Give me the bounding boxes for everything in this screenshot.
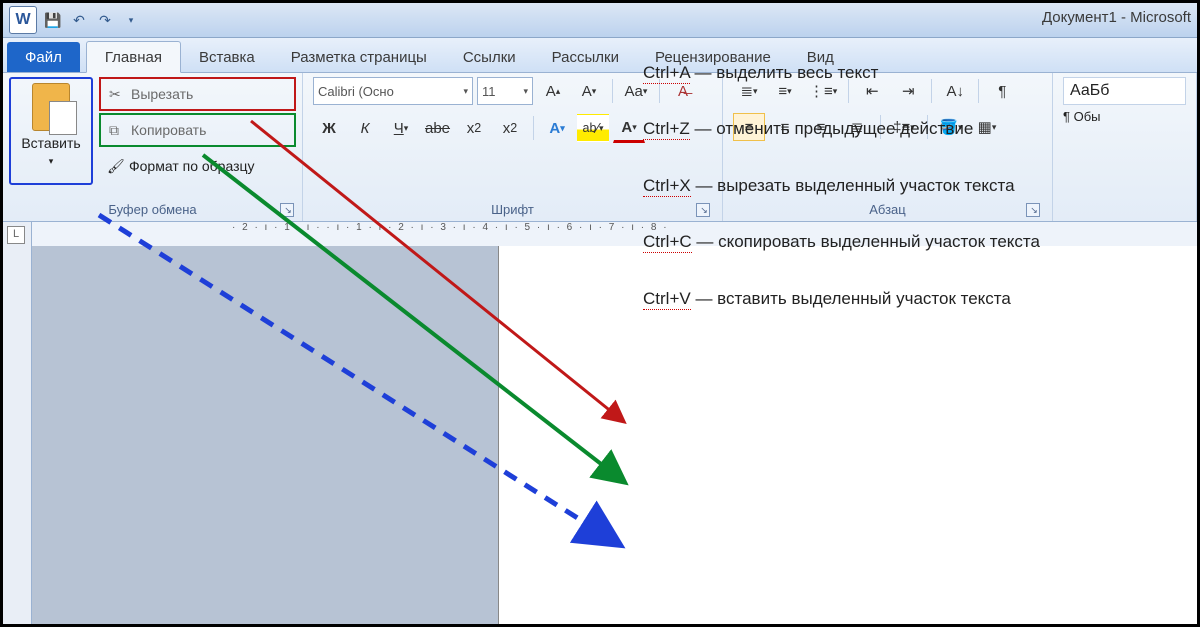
shortcut-line: Ctrl+C — скопировать выделенный участок …: [643, 232, 1040, 252]
paste-label: Вставить: [21, 135, 80, 151]
quick-access-toolbar: 💾 ↶ ↷ ▾: [43, 10, 141, 30]
tab-layout[interactable]: Разметка страницы: [273, 42, 445, 72]
cut-label: Вырезать: [131, 86, 193, 102]
group-label-styles: [1063, 199, 1186, 221]
shortcut-line: Ctrl+X — вырезать выделенный участок тек…: [643, 176, 1040, 196]
cut-button[interactable]: ✂ Вырезать: [99, 77, 296, 111]
shrink-font-button[interactable]: A▾: [573, 77, 605, 105]
group-clipboard: Вставить ▾ ✂ Вырезать ⧉ Копировать 🖌 Форм…: [3, 73, 303, 221]
paste-button[interactable]: Вставить ▾: [9, 77, 93, 185]
tab-references[interactable]: Ссылки: [445, 42, 534, 72]
highlight-button[interactable]: ab⁄▾: [577, 114, 609, 142]
redo-icon[interactable]: ↷: [95, 10, 115, 30]
underline-button[interactable]: Ч▾: [385, 114, 417, 142]
format-painter-button[interactable]: 🖌 Формат по образцу: [99, 151, 296, 181]
grow-font-button[interactable]: A▴: [537, 77, 569, 105]
chevron-down-icon[interactable]: ▾: [49, 156, 54, 166]
tab-selector-icon[interactable]: L: [7, 226, 25, 244]
shortcut-line: Ctrl+V — вставить выделенный участок тек…: [643, 289, 1040, 309]
strike-button[interactable]: abe: [421, 114, 454, 142]
brush-icon: 🖌: [107, 158, 123, 174]
format-label: Формат по образцу: [129, 158, 255, 174]
title-bar: W 💾 ↶ ↷ ▾ Документ1 - Microsoft: [3, 3, 1197, 38]
group-label-clipboard: Буфер обмена: [9, 199, 296, 221]
group-styles: АаБб ¶ Обы: [1053, 73, 1197, 221]
copy-icon: ⧉: [109, 122, 125, 138]
document-content: Ctrl+A — выделить весь текст Ctrl+Z — от…: [643, 63, 1040, 345]
tab-file[interactable]: Файл: [7, 42, 80, 72]
word-logo-icon: W: [9, 6, 37, 34]
paste-icon: [29, 83, 73, 133]
style-normal[interactable]: АаБб: [1063, 77, 1186, 105]
shortcut-line: Ctrl+A — выделить весь текст: [643, 63, 1040, 83]
qat-dropdown-icon[interactable]: ▾: [121, 10, 141, 30]
text-effects-button[interactable]: A▾: [541, 114, 573, 142]
subscript-button[interactable]: x2: [458, 114, 490, 142]
chevron-down-icon: ▾: [463, 86, 468, 97]
chevron-down-icon: ▾: [523, 86, 528, 97]
copy-label: Копировать: [131, 122, 206, 138]
italic-button[interactable]: К: [349, 114, 381, 142]
font-name-combo[interactable]: Calibri (Осно▾: [313, 77, 473, 105]
superscript-button[interactable]: x2: [494, 114, 526, 142]
copy-button[interactable]: ⧉ Копировать: [99, 113, 296, 147]
tab-home[interactable]: Главная: [86, 41, 181, 73]
font-size-combo[interactable]: 11▾: [477, 77, 533, 105]
window-title: Документ1 - Microsoft: [1042, 9, 1191, 26]
bold-button[interactable]: Ж: [313, 114, 345, 142]
tab-mailings[interactable]: Рассылки: [534, 42, 637, 72]
vertical-ruler: L: [3, 222, 32, 627]
dialog-launcher-icon[interactable]: [280, 203, 294, 217]
undo-icon[interactable]: ↶: [69, 10, 89, 30]
save-icon[interactable]: 💾: [43, 10, 63, 30]
font-color-button[interactable]: A▾: [613, 113, 645, 143]
shortcut-line: Ctrl+Z — отменить предыдущее действие: [643, 119, 1040, 139]
tab-insert[interactable]: Вставка: [181, 42, 273, 72]
page-margin-area: [32, 246, 498, 627]
scissors-icon: ✂: [109, 86, 125, 102]
style-normal-label: ¶ Обы: [1063, 109, 1186, 124]
